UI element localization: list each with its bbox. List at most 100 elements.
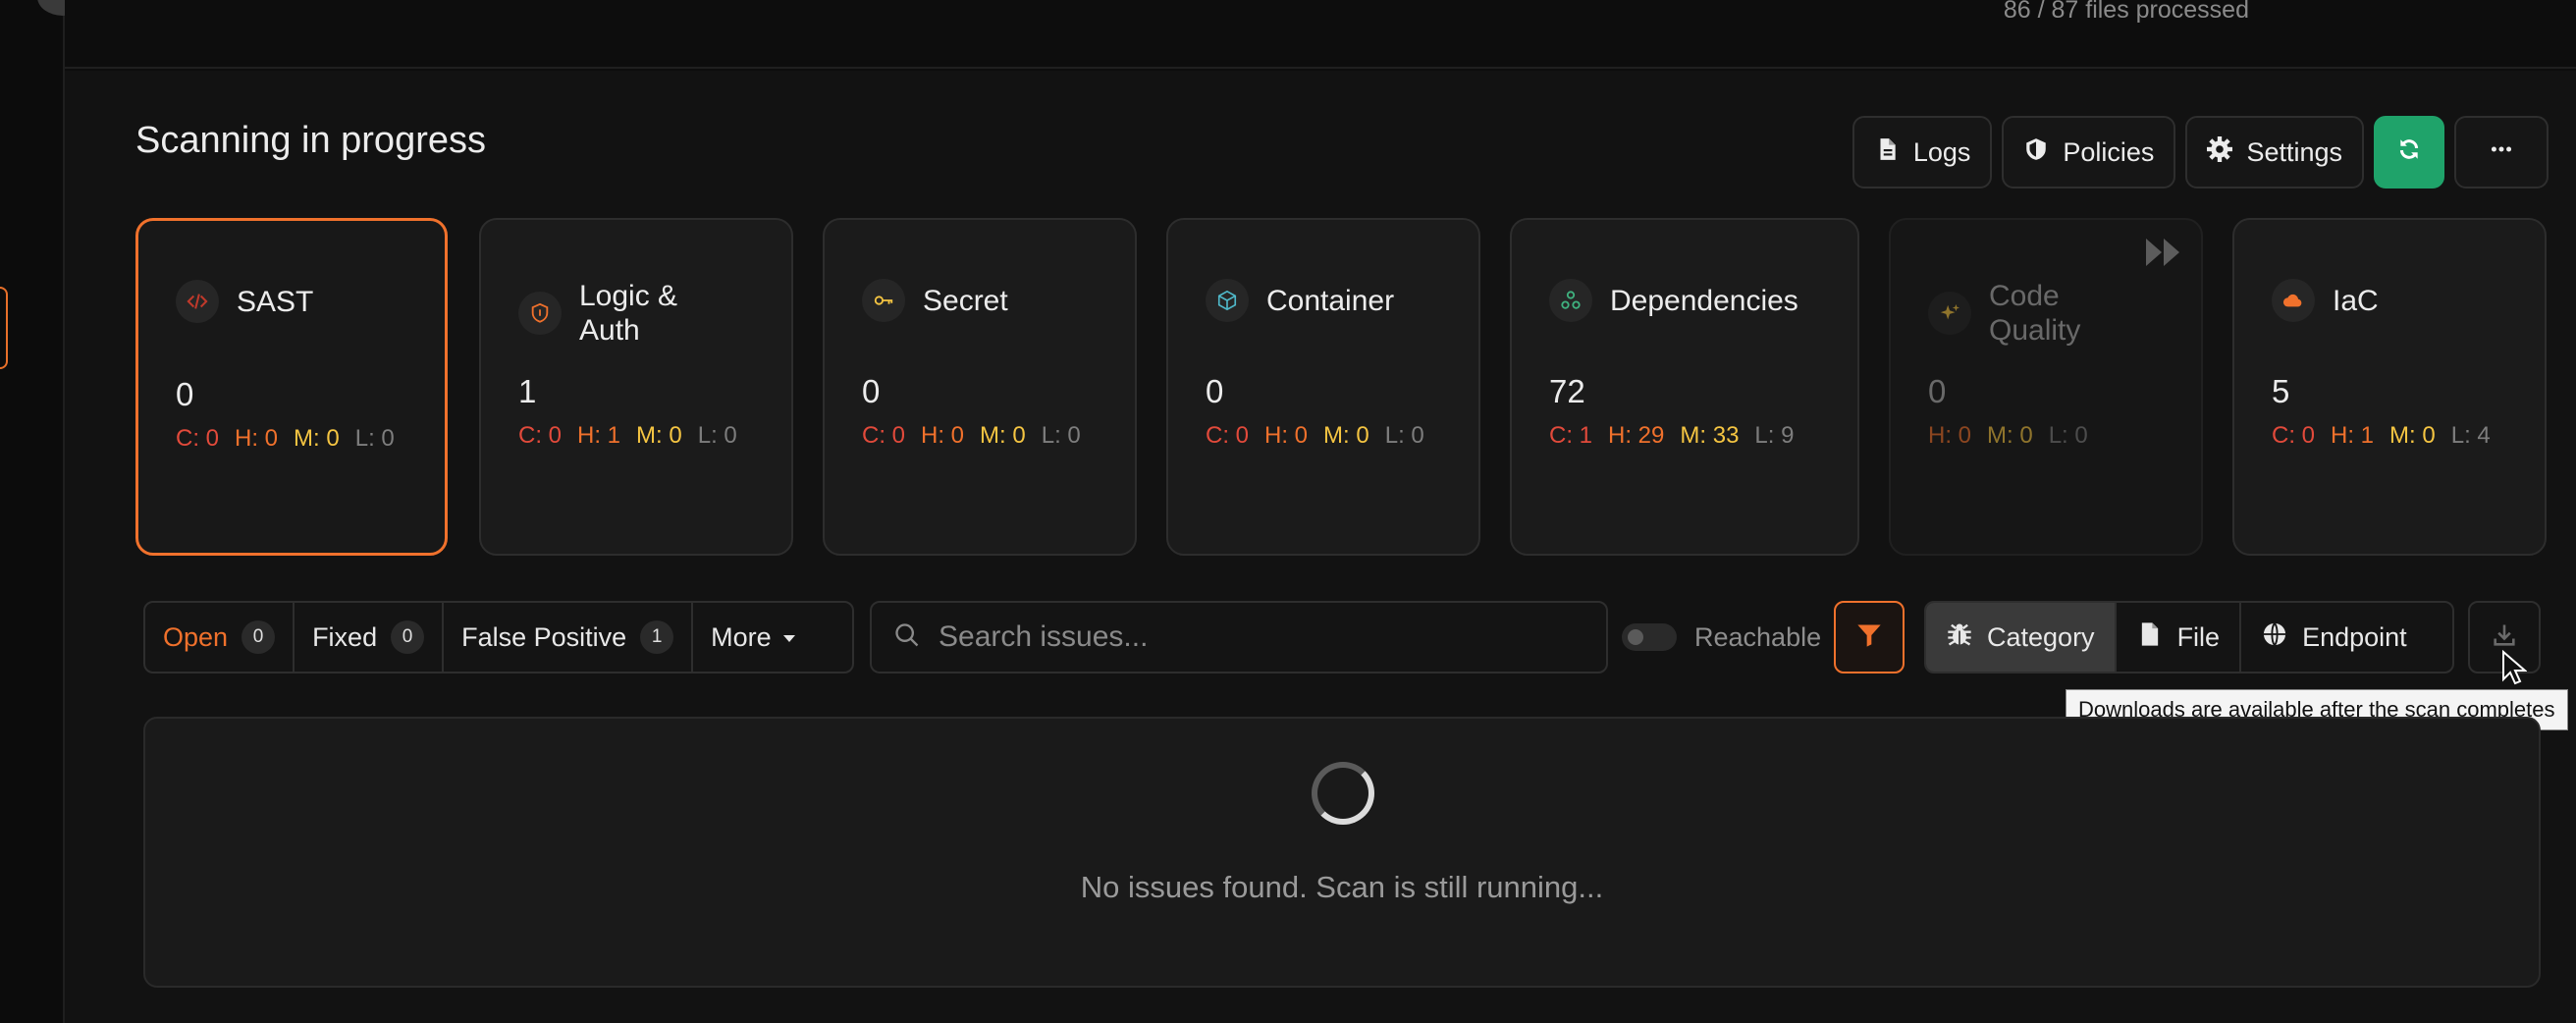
card-title: Logic & Auth <box>579 280 678 347</box>
card-count: 5 <box>2272 373 2290 409</box>
medium-count: M: 0 <box>1987 422 2033 449</box>
high-count: H: 1 <box>577 422 621 449</box>
skipped-icon <box>2146 239 2179 266</box>
tab-category[interactable]: Category <box>1926 603 2117 672</box>
reachable-toggle-group: Reachable <box>1622 601 1821 673</box>
card-count: 72 <box>1549 373 1585 409</box>
empty-state-text: No issues found. Scan is still running..… <box>1080 870 1604 904</box>
policies-button[interactable]: Policies <box>2002 116 2176 188</box>
shield-icon <box>518 292 562 335</box>
logs-label: Logs <box>1912 136 1971 167</box>
active-nav-indicator <box>0 287 8 369</box>
medium-count: M: 0 <box>294 425 340 452</box>
card-iac[interactable]: IaC 5 C: 0 H: 1 M: 0 L: 4 <box>2232 218 2547 556</box>
key-icon <box>862 279 905 322</box>
card-secret[interactable]: Secret 0 C: 0 H: 0 M: 0 L: 0 <box>823 218 1137 556</box>
card-count: 0 <box>176 376 194 412</box>
critical-count: C: 0 <box>862 422 906 449</box>
low-count: L: 4 <box>2450 422 2491 449</box>
tab-file-label: File <box>2176 621 2221 652</box>
medium-count: M: 0 <box>636 422 682 449</box>
high-count: H: 0 <box>921 422 965 449</box>
refresh-icon <box>2396 136 2422 169</box>
nodes-icon <box>1549 279 1592 322</box>
globe-icon <box>2261 620 2288 655</box>
gear-icon <box>2207 135 2233 169</box>
high-count: H: 0 <box>235 425 279 452</box>
critical-count: C: 1 <box>1549 422 1593 449</box>
scan-actions: Logs Policies Settings <box>1852 116 2549 188</box>
card-title: Code Quality <box>1989 280 2081 347</box>
cloud-icon <box>2272 279 2315 322</box>
card-container[interactable]: Container 0 C: 0 H: 0 M: 0 L: 0 <box>1166 218 1480 556</box>
card-dependencies[interactable]: Dependencies 72 C: 1 H: 29 M: 33 L: 9 <box>1510 218 1859 556</box>
more-options-button[interactable] <box>2454 116 2549 188</box>
mouse-cursor-icon <box>2502 650 2527 685</box>
shield-icon <box>2023 136 2049 169</box>
funnel-icon <box>1855 621 1883 654</box>
medium-count: M: 0 <box>1323 422 1369 449</box>
reachable-label: Reachable <box>1694 621 1822 652</box>
card-title: Secret <box>923 284 1008 317</box>
settings-button[interactable]: Settings <box>2185 116 2364 188</box>
high-count: H: 1 <box>2331 422 2375 449</box>
tab-fixed[interactable]: Fixed 0 <box>295 603 445 672</box>
card-logic-auth[interactable]: Logic & Auth 1 C: 0 H: 1 M: 0 L: 0 <box>479 218 793 556</box>
download-icon <box>2491 621 2518 654</box>
bug-icon <box>1946 620 1973 655</box>
low-count: L: 0 <box>1384 422 1424 449</box>
filter-button[interactable] <box>1834 601 1905 673</box>
page-title: Scanning in progress <box>135 120 486 161</box>
card-title: IaC <box>2333 284 2379 317</box>
tab-fixed-label: Fixed <box>312 621 378 652</box>
card-code-quality[interactable]: Code Quality 0 H: 0 M: 0 L: 0 <box>1889 218 2203 556</box>
cube-icon <box>1206 279 1249 322</box>
caret-down-icon <box>781 622 797 653</box>
tab-open[interactable]: Open 0 <box>145 603 295 672</box>
status-tabs: Open 0 Fixed 0 False Positive 1 More <box>143 601 854 673</box>
search-icon <box>893 621 921 654</box>
tab-false-positive-label: False Positive <box>461 621 627 652</box>
low-count: L: 9 <box>1754 422 1795 449</box>
tab-open-count: 0 <box>242 620 276 654</box>
search-input[interactable] <box>939 620 1577 654</box>
issues-results-panel: No issues found. Scan is still running..… <box>143 717 2541 988</box>
more-label: More <box>711 621 772 652</box>
reachable-toggle[interactable] <box>1622 623 1677 651</box>
file-icon <box>2136 620 2164 655</box>
card-sast[interactable]: SAST 0 C: 0 H: 0 M: 0 L: 0 <box>135 218 448 556</box>
tab-endpoint-label: Endpoint <box>2302 621 2407 652</box>
tab-false-positive[interactable]: False Positive 1 <box>444 603 694 672</box>
low-count: L: 0 <box>697 422 737 449</box>
high-count: H: 0 <box>1928 422 1972 449</box>
medium-count: M: 33 <box>1680 422 1740 449</box>
settings-label: Settings <box>2246 136 2342 167</box>
left-sidebar <box>0 0 65 1023</box>
medium-count: M: 0 <box>2389 422 2436 449</box>
critical-count: C: 0 <box>176 425 220 452</box>
tab-file[interactable]: File <box>2117 603 2242 672</box>
rescan-button[interactable] <box>2374 116 2444 188</box>
card-count: 0 <box>1928 373 1947 409</box>
issue-filter-bar: Open 0 Fixed 0 False Positive 1 More Rea… <box>143 601 2541 673</box>
critical-count: C: 0 <box>518 422 563 449</box>
ellipsis-icon <box>2489 136 2514 169</box>
low-count: L: 0 <box>2048 422 2088 449</box>
more-status-dropdown[interactable]: More <box>693 603 815 672</box>
code-icon <box>176 280 219 323</box>
low-count: L: 0 <box>1041 422 1081 449</box>
low-count: L: 0 <box>354 425 395 452</box>
card-title: Container <box>1266 284 1395 317</box>
card-title: Dependencies <box>1610 284 1798 317</box>
high-count: H: 29 <box>1608 422 1665 449</box>
files-processed-text: 86 / 87 files processed <box>2003 0 2249 24</box>
tab-endpoint[interactable]: Endpoint <box>2241 603 2427 672</box>
card-title: SAST <box>237 285 314 318</box>
critical-count: C: 0 <box>1206 422 1250 449</box>
critical-count: C: 0 <box>2272 422 2316 449</box>
tab-category-label: Category <box>1987 621 2095 652</box>
logs-button[interactable]: Logs <box>1852 116 1993 188</box>
medium-count: M: 0 <box>980 422 1026 449</box>
search-box <box>870 601 1608 673</box>
tab-open-label: Open <box>163 621 229 652</box>
